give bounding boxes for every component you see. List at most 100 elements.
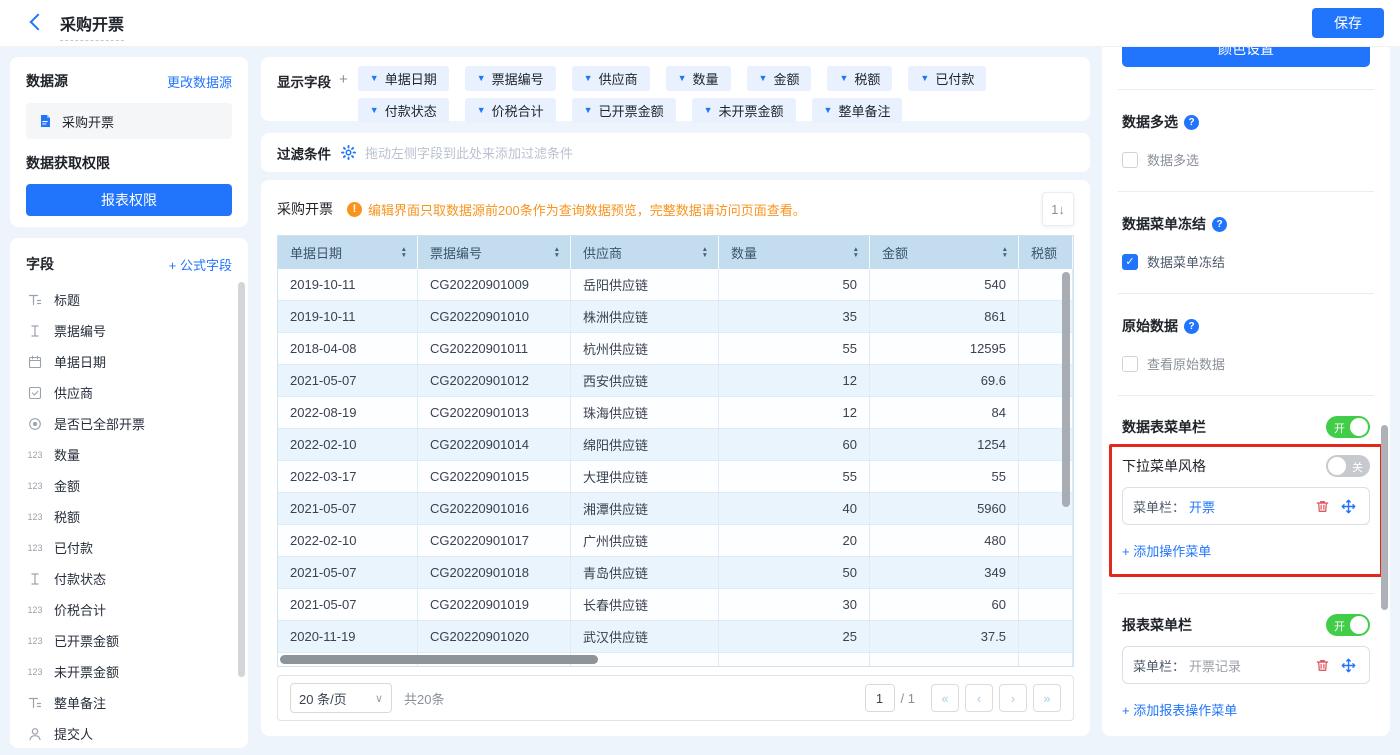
table-row[interactable]: 2022-08-19CG20220901013珠海供应链1284 xyxy=(278,397,1073,429)
display-field-tag[interactable]: ▼票据编号 xyxy=(465,66,556,91)
raw-data-checkbox[interactable]: ✓ 查看原始数据 xyxy=(1122,354,1370,373)
report-menu-toggle[interactable]: 开 xyxy=(1326,614,1370,636)
trash-icon[interactable] xyxy=(1311,495,1333,517)
table-header-cell[interactable]: 数量▲▼ xyxy=(719,236,870,269)
field-item[interactable]: 整单备注 xyxy=(26,687,232,718)
table-header-row: 单据日期▲▼票据编号▲▼供应商▲▼数量▲▼金额▲▼税额 xyxy=(278,236,1073,269)
trash-icon[interactable] xyxy=(1311,654,1333,676)
display-field-tag[interactable]: ▼已开票金额 xyxy=(572,98,676,123)
number-icon: 123 xyxy=(26,636,44,646)
menu-item-row[interactable]: 菜单栏： 开票 xyxy=(1122,487,1370,525)
move-icon[interactable] xyxy=(1337,654,1359,676)
display-fields-card: 显示字段 + ▼单据日期▼票据编号▼供应商▼数量▼金额▼税额▼已付款▼付款状态▼… xyxy=(261,57,1090,121)
table-cell: 84 xyxy=(870,397,1019,429)
display-field-tag[interactable]: ▼未开票金额 xyxy=(692,98,796,123)
display-field-tag[interactable]: ▼供应商 xyxy=(572,66,650,91)
table-row[interactable]: 2022-03-17CG20220901015大理供应链5555 xyxy=(278,461,1073,493)
pager-first-button[interactable]: « xyxy=(931,684,959,712)
data-table-menu-toggle[interactable]: 开 xyxy=(1326,416,1370,438)
column-label: 单据日期 xyxy=(290,243,342,262)
pager-last-button[interactable]: » xyxy=(1033,684,1061,712)
display-field-tag[interactable]: ▼已付款 xyxy=(908,66,986,91)
caret-down-icon: ▼ xyxy=(477,106,486,115)
sort-icon[interactable]: ▲▼ xyxy=(702,247,708,258)
table-cell xyxy=(1019,557,1073,589)
page-number-input[interactable]: 1 xyxy=(865,684,895,712)
field-item[interactable]: 单据日期 xyxy=(26,346,232,377)
table-row[interactable]: 2021-05-07CG20220901016湘潭供应链405960 xyxy=(278,493,1073,525)
table-row[interactable]: 2020-11-19CG20220901020武汉供应链2537.5 xyxy=(278,621,1073,653)
field-item[interactable]: 是否已全部开票 xyxy=(26,408,232,439)
multi-select-checkbox[interactable]: ✓ 数据多选 xyxy=(1122,150,1370,169)
field-item[interactable]: 123未开票金额 xyxy=(26,656,232,687)
sort-icon[interactable]: ▲▼ xyxy=(401,247,407,258)
field-item[interactable]: 123已付款 xyxy=(26,532,232,563)
add-action-menu-link[interactable]: + 添加操作菜单 xyxy=(1122,541,1370,560)
table-row[interactable]: 2021-05-07CG20220901019长春供应链3060 xyxy=(278,589,1073,621)
dropdown-style-toggle[interactable]: 关 xyxy=(1326,455,1370,477)
field-item[interactable]: 123金额 xyxy=(26,470,232,501)
table-header-cell[interactable]: 单据日期 ▲▼ xyxy=(278,236,418,269)
filter-dropzone[interactable]: 过滤条件 拖动左侧字段到此处来添加过滤条件 xyxy=(261,133,1090,172)
caret-down-icon: ▼ xyxy=(759,74,768,83)
help-icon[interactable]: ? xyxy=(1184,115,1199,130)
table-row[interactable]: 2022-02-10CG20220901017广州供应链20480 xyxy=(278,525,1073,557)
display-field-tag[interactable]: ▼金额 xyxy=(747,66,812,91)
table-vertical-scrollbar[interactable] xyxy=(1062,272,1070,507)
add-report-action-menu-link[interactable]: + 添加报表操作菜单 xyxy=(1122,700,1370,719)
field-item[interactable]: 付款状态 xyxy=(26,563,232,594)
add-display-field-button[interactable]: + xyxy=(339,71,348,88)
table-row[interactable]: 2019-10-11CG20220901010株洲供应链35861 xyxy=(278,301,1073,333)
sort-icon[interactable]: ▲▼ xyxy=(1002,247,1008,258)
table-row[interactable]: 2021-05-07CG20220901018青岛供应链50349 xyxy=(278,557,1073,589)
display-field-tag[interactable]: ▼价税合计 xyxy=(465,98,556,123)
field-item[interactable]: 票据编号 xyxy=(26,315,232,346)
help-icon[interactable]: ? xyxy=(1212,217,1227,232)
field-item[interactable]: 123数量 xyxy=(26,439,232,470)
display-field-tag[interactable]: ▼单据日期 xyxy=(358,66,449,91)
page-size-select[interactable]: 20 条/页 ∨ xyxy=(290,683,392,713)
display-field-tag[interactable]: ▼税额 xyxy=(827,66,892,91)
move-icon[interactable] xyxy=(1337,495,1359,517)
pager-prev-button[interactable]: ‹ xyxy=(965,684,993,712)
formula-field-link[interactable]: + 公式字段 xyxy=(169,255,232,274)
field-item[interactable]: 标题 xyxy=(26,284,232,315)
radio-icon xyxy=(26,417,44,431)
field-item[interactable]: 123已开票金额 xyxy=(26,625,232,656)
back-icon[interactable] xyxy=(30,14,47,31)
table-horizontal-scrollbar[interactable] xyxy=(280,655,598,664)
table-row[interactable]: 2022-02-10CG20220901014绵阳供应链601254 xyxy=(278,429,1073,461)
table-header-cell[interactable]: 金额▲▼ xyxy=(870,236,1019,269)
datasource-item[interactable]: 采购开票 xyxy=(26,103,232,139)
report-permission-button[interactable]: 报表权限 xyxy=(26,184,232,216)
table-header-cell[interactable]: 税额 xyxy=(1019,236,1073,269)
display-field-tag[interactable]: ▼付款状态 xyxy=(358,98,449,123)
save-button[interactable]: 保存 xyxy=(1312,8,1384,38)
table-header-cell[interactable]: 票据编号▲▼ xyxy=(418,236,571,269)
gear-icon[interactable] xyxy=(339,145,357,160)
sort-icon[interactable]: ▲▼ xyxy=(554,247,560,258)
field-item[interactable]: 提交人 xyxy=(26,718,232,748)
table-row[interactable]: 2018-04-08CG20220901011杭州供应链5512595 xyxy=(278,333,1073,365)
table-header-cell[interactable]: 供应商▲▼ xyxy=(571,236,719,269)
settings-scrollbar[interactable] xyxy=(1381,425,1388,610)
datasource-panel: 数据源 更改数据源 采购开票 数据获取权限 报表权限 xyxy=(10,57,248,227)
fields-scrollbar[interactable] xyxy=(238,282,245,677)
field-item[interactable]: 供应商 xyxy=(26,377,232,408)
sort-icon[interactable]: ▲▼ xyxy=(853,247,859,258)
table-cell: CG20220901016 xyxy=(418,493,571,525)
report-menu-title: 报表菜单栏 xyxy=(1122,615,1192,635)
change-datasource-link[interactable]: 更改数据源 xyxy=(167,72,232,91)
field-item[interactable]: 123税额 xyxy=(26,501,232,532)
menu-freeze-checkbox[interactable]: ✓ 数据菜单冻结 xyxy=(1122,252,1370,271)
display-field-tag[interactable]: ▼整单备注 xyxy=(812,98,903,123)
pager-next-button[interactable]: › xyxy=(999,684,1027,712)
table-row[interactable]: 2021-05-07CG20220901012西安供应链1269.6 xyxy=(278,365,1073,397)
table-row[interactable]: 2019-10-11CG20220901009岳阳供应链50540 xyxy=(278,269,1073,301)
field-item[interactable]: 123价税合计 xyxy=(26,594,232,625)
display-field-tag[interactable]: ▼数量 xyxy=(666,66,731,91)
menu-item-row[interactable]: 菜单栏： 开票记录 xyxy=(1122,646,1370,684)
help-icon[interactable]: ? xyxy=(1184,319,1199,334)
sort-order-button[interactable]: 1↓ xyxy=(1042,192,1074,226)
datasource-item-label: 采购开票 xyxy=(62,112,114,131)
